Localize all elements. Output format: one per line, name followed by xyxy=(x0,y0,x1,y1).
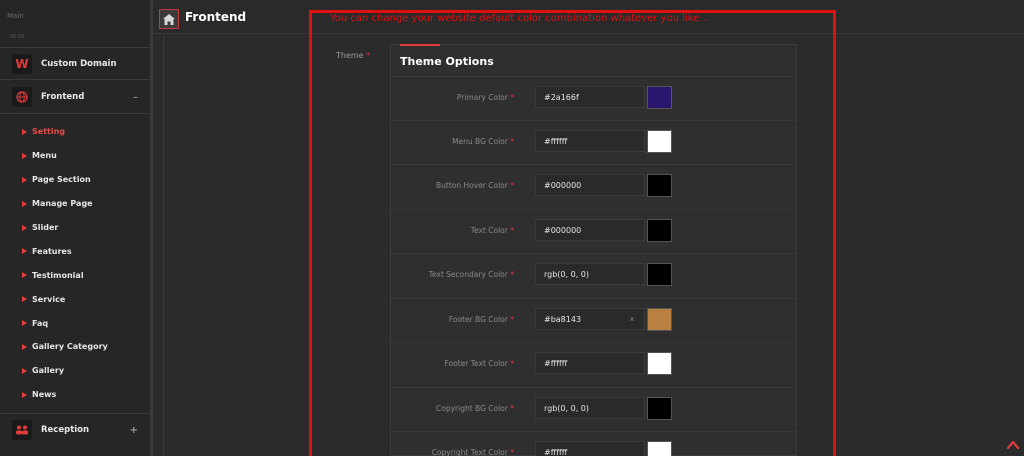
submenu-item-gallery-category[interactable]: Gallery Category xyxy=(0,335,150,359)
sidebar-scrollbar[interactable] xyxy=(150,0,153,456)
caret-right-icon xyxy=(22,391,27,398)
sidebar-item-custom-domain[interactable]: W Custom Domain xyxy=(0,47,150,80)
submenu-item-label: Features xyxy=(32,246,72,256)
frontend-submenu: Setting Menu Page Section Manage Page Sl… xyxy=(0,120,150,407)
submenu-item-manage-page[interactable]: Manage Page xyxy=(0,192,150,216)
submenu-item-menu[interactable]: Menu xyxy=(0,144,150,168)
submenu-item-service[interactable]: Service xyxy=(0,287,150,311)
annotation-text: You can change your website default colo… xyxy=(330,13,709,24)
expand-toggle[interactable]: + xyxy=(130,425,138,436)
caret-right-icon xyxy=(22,224,27,231)
submenu-item-label: News xyxy=(32,390,57,400)
sidebar-section-sub: 00:00 xyxy=(10,34,25,40)
submenu-item-features[interactable]: Features xyxy=(0,239,150,263)
submenu-item-label: Testimonial xyxy=(32,270,84,280)
sidebar-item-label: Custom Domain xyxy=(41,58,117,69)
caret-right-icon xyxy=(22,248,27,255)
submenu-item-slider[interactable]: Slider xyxy=(0,216,150,240)
page-title: Frontend xyxy=(185,10,247,24)
submenu-item-label: Faq xyxy=(32,318,49,328)
caret-right-icon xyxy=(22,367,27,374)
globe-icon xyxy=(12,87,32,107)
sidebar-item-frontend[interactable]: Frontend – xyxy=(0,81,150,114)
submenu-item-news[interactable]: News xyxy=(0,383,150,407)
caret-right-icon xyxy=(22,200,27,207)
submenu-item-label: Manage Page xyxy=(32,199,93,209)
collapse-toggle[interactable]: – xyxy=(133,92,138,103)
submenu-item-testimonial[interactable]: Testimonial xyxy=(0,263,150,287)
back-to-top-icon[interactable] xyxy=(1006,438,1020,452)
submenu-item-label: Service xyxy=(32,294,66,304)
caret-right-icon xyxy=(22,128,27,135)
submenu-item-label: Setting xyxy=(32,127,65,137)
sidebar-item-label: Frontend xyxy=(41,92,85,102)
submenu-item-label: Slider xyxy=(32,223,59,232)
w-logo-icon: W xyxy=(12,53,32,74)
sidebar-item-reception[interactable]: Reception + xyxy=(0,413,150,446)
submenu-item-label: Gallery Category xyxy=(32,342,108,352)
home-icon xyxy=(163,13,175,25)
submenu-item-label: Gallery xyxy=(32,366,65,376)
people-icon xyxy=(12,420,32,440)
submenu-item-label: Page Section xyxy=(32,175,91,185)
sidebar-section-label: Main xyxy=(7,12,24,20)
content-divider xyxy=(163,34,164,456)
submenu-item-setting[interactable]: Setting xyxy=(0,120,150,144)
caret-right-icon xyxy=(22,152,27,159)
sidebar: Main 00:00 W Custom Domain Frontend – Se… xyxy=(0,0,150,456)
sidebar-item-label: Reception xyxy=(41,425,90,435)
home-button[interactable] xyxy=(159,9,179,29)
caret-right-icon xyxy=(22,176,27,183)
app-window: Main 00:00 W Custom Domain Frontend – Se… xyxy=(0,0,1024,456)
annotation-highlight-box xyxy=(309,10,836,456)
submenu-item-page-section[interactable]: Page Section xyxy=(0,168,150,192)
caret-right-icon xyxy=(22,272,27,279)
submenu-item-gallery[interactable]: Gallery xyxy=(0,359,150,383)
caret-right-icon xyxy=(22,320,27,327)
submenu-item-faq[interactable]: Faq xyxy=(0,311,150,335)
caret-right-icon xyxy=(22,296,27,303)
submenu-item-label: Menu xyxy=(32,151,57,161)
caret-right-icon xyxy=(22,343,27,350)
